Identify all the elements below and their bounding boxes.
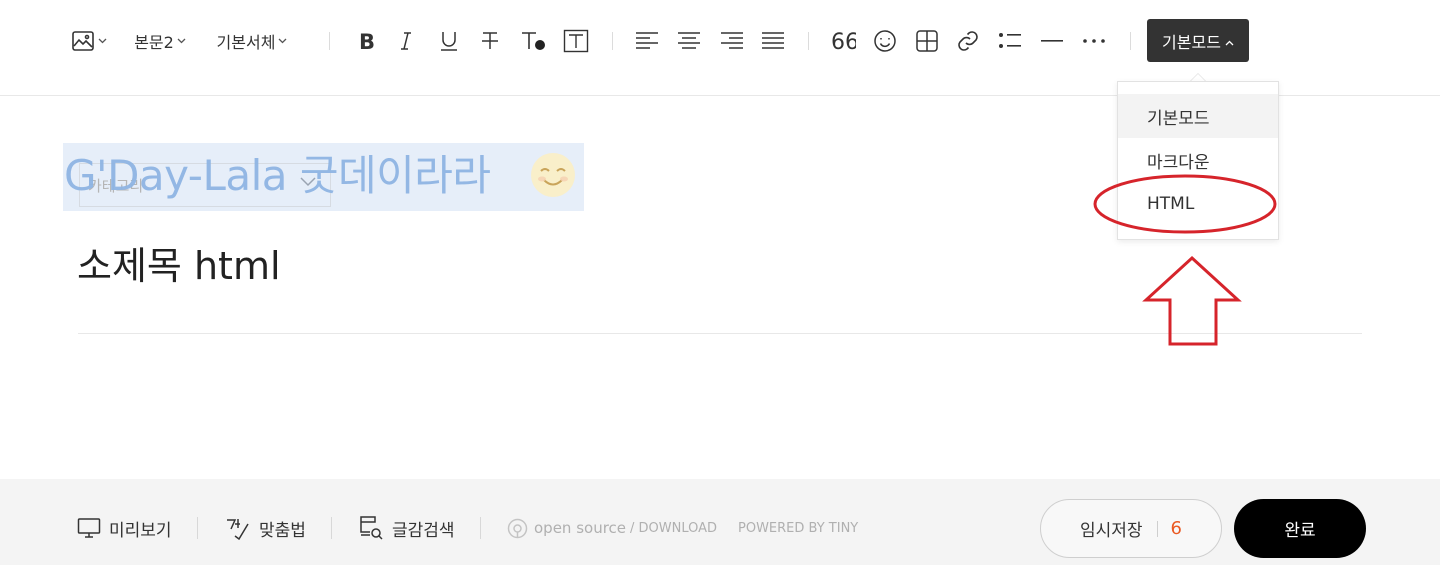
powered-by-label: POWERED BY TINY [738,520,859,536]
editor-mode-button[interactable]: 기본모드 [1147,19,1249,62]
underline-icon [440,29,458,53]
table-icon [915,29,939,53]
align-right-icon [720,31,744,51]
chevron-down-icon [177,38,186,44]
align-left-icon [635,31,659,51]
link-icon [956,29,980,53]
temp-save-label: 임시저장 [1079,521,1143,541]
text-color-button[interactable] [518,22,548,60]
align-left-button[interactable] [633,22,661,60]
strikethrough-icon [480,30,500,52]
chevron-down-icon [98,38,107,44]
temp-save-count[interactable]: 6 [1171,518,1182,539]
chevron-down-icon [278,38,287,44]
italic-button[interactable] [393,22,419,60]
done-label: 완료 [1284,521,1316,541]
quote-button[interactable]: 66 [828,22,858,60]
more-icon [1082,38,1106,44]
tiny-logo-icon [507,518,528,539]
download-label: / DOWNLOAD [630,520,718,536]
mode-option-html[interactable]: HTML [1118,182,1278,226]
smiling-face-icon [530,152,576,202]
align-center-icon [677,31,701,51]
subtitle-input[interactable]: 소제목 html [77,240,281,292]
monitor-icon [77,517,101,539]
quote-icon: 66 [830,30,856,52]
text-color-icon [520,30,546,52]
insert-image-button[interactable] [68,22,110,60]
mode-option-label: 기본모드 [1147,108,1210,129]
toolbar-separator [1130,32,1131,50]
svg-text:66: 66 [831,30,856,52]
chevron-up-icon [1225,31,1234,50]
toolbar-separator [612,32,613,50]
done-button[interactable]: 완료 [1234,499,1366,558]
align-justify-button[interactable] [759,22,787,60]
temp-save-button[interactable]: 임시저장 6 [1040,499,1222,558]
spellcheck-icon [225,516,251,540]
text-background-icon [563,29,589,53]
paragraph-style-label: 본문2 [134,33,174,52]
footer-separator [197,517,198,539]
underline-button[interactable] [436,22,462,60]
mode-option-markdown[interactable]: 마크다운 [1118,138,1278,182]
editor-mode-menu: 기본모드 마크다운 HTML [1117,81,1279,240]
toolbar-separator [808,32,809,50]
bold-icon: B [357,30,375,52]
search-document-icon [358,515,384,541]
preview-label: 미리보기 [109,520,172,541]
align-center-button[interactable] [675,22,703,60]
open-source-link[interactable]: open source / DOWNLOAD [507,514,717,542]
svg-text:B: B [359,30,375,52]
content-divider [78,333,1362,334]
spellcheck-label: 맞춤법 [259,520,306,541]
font-family-select[interactable]: 기본서체 [210,22,294,60]
table-button[interactable] [913,22,941,60]
bold-button[interactable]: B [352,22,380,60]
align-justify-icon [761,31,785,51]
preview-button[interactable]: 미리보기 [77,512,172,544]
horizontal-rule-button[interactable] [1038,22,1066,60]
mode-option-label: HTML [1147,194,1195,214]
image-icon [71,29,95,53]
italic-icon [398,30,414,52]
more-button[interactable] [1080,22,1108,60]
toolbar-separator [329,32,330,50]
text-background-button[interactable] [562,22,590,60]
list-button[interactable] [996,22,1024,60]
font-family-label: 기본서체 [216,33,276,52]
editor-footer [0,479,1440,565]
open-source-label: open source [534,519,627,537]
mode-option-label: 마크다운 [1147,152,1210,173]
spellcheck-button[interactable]: 맞춤법 [225,512,306,544]
mode-option-basic[interactable]: 기본모드 [1118,94,1278,138]
align-right-button[interactable] [718,22,746,60]
editor-mode-label: 기본모드 [1162,32,1221,52]
footer-separator [331,517,332,539]
horizontal-rule-icon [1040,39,1064,43]
content-search-label: 글감검색 [392,520,455,541]
paragraph-style-select[interactable]: 본문2 [129,22,191,60]
list-icon [998,32,1022,50]
emoji-button[interactable] [871,22,899,60]
strikethrough-button[interactable] [477,22,503,60]
emoji-icon [873,29,897,53]
blog-title: G'Day-Lala 굿데이라라 [64,151,491,200]
link-button[interactable] [954,22,982,60]
temp-save-divider [1156,520,1158,537]
footer-separator [480,517,481,539]
content-search-button[interactable]: 글감검색 [358,512,455,544]
annotation-arrow [1142,255,1242,346]
